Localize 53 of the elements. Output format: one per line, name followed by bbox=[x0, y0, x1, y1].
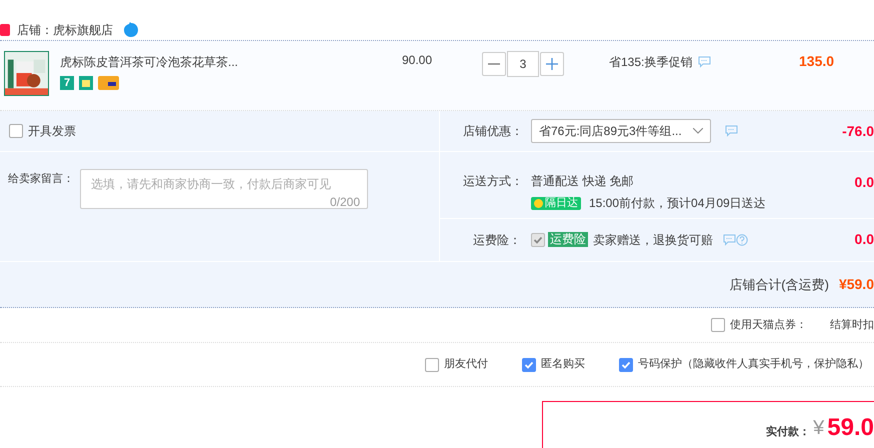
chat-bubble-icon[interactable] bbox=[123, 22, 139, 38]
chat-icon[interactable] bbox=[725, 125, 738, 137]
promo-text: 省135:换季促销 bbox=[609, 54, 692, 71]
checkbox[interactable] bbox=[522, 358, 536, 372]
message-label: 给卖家留言： bbox=[8, 172, 75, 187]
checkbox[interactable] bbox=[619, 358, 633, 372]
subtotal: 135.0 bbox=[799, 52, 834, 71]
coupon-label: 店铺优惠： bbox=[463, 123, 524, 140]
card-icon bbox=[98, 76, 119, 90]
char-counter: 0/200 bbox=[330, 194, 360, 211]
coupon-dropdown[interactable]: 省76元:同店89元3件等组... bbox=[531, 119, 711, 143]
chat-icon[interactable] bbox=[698, 56, 712, 68]
shop-name[interactable]: 店铺：虎标旗舰店 bbox=[17, 21, 113, 39]
placeholder-text: 选填，请先和商家协商一致，付款后商家可见 bbox=[91, 176, 332, 193]
check-icon bbox=[524, 360, 534, 370]
bag-icon bbox=[79, 76, 93, 90]
points-note: 结算时扣 bbox=[830, 318, 874, 333]
product-title[interactable]: 虎标陈皮普洱茶可冷泡茶花草茶... bbox=[60, 53, 390, 71]
chevron-down-icon bbox=[693, 128, 703, 134]
insurance-note: 卖家赠送，退换货可赔 bbox=[593, 232, 713, 248]
shipping-method: 普通配送 快递 免邮 bbox=[531, 173, 635, 190]
option-label: 号码保护（隐藏收件人真实手机号，保护隐私） bbox=[638, 356, 869, 372]
delivery-badge: 隔日达 bbox=[531, 196, 581, 210]
currency-sign: ¥ bbox=[813, 416, 824, 441]
total-amount: ¥59.0 bbox=[838, 275, 874, 294]
insurance-label: 运费险： bbox=[473, 232, 522, 248]
checkbox[interactable] bbox=[9, 124, 23, 138]
minus-button[interactable] bbox=[482, 52, 506, 76]
insurance-badge: 运费险 bbox=[548, 232, 588, 247]
plus-icon bbox=[546, 58, 558, 70]
payment-label: 实付款： bbox=[766, 424, 810, 440]
option-label: 朋友代付 bbox=[444, 357, 488, 372]
payment-amount: 59.0 bbox=[827, 413, 874, 443]
insurance-amount: 0.0 bbox=[854, 230, 874, 249]
store-icon bbox=[0, 24, 10, 36]
seven-day-icon: 7 bbox=[60, 76, 74, 90]
delivery-note: 15:00前付款，预计04月09日送达 bbox=[589, 195, 766, 212]
quantity-field[interactable]: 3 bbox=[507, 51, 539, 77]
option-label: 匿名购买 bbox=[541, 357, 585, 372]
invoice-label: 开具发票 bbox=[28, 123, 76, 140]
shipping-amount: 0.0 bbox=[854, 173, 874, 192]
help-icon[interactable] bbox=[736, 234, 748, 246]
coupon-amount: -76.0 bbox=[842, 122, 874, 140]
shipping-label: 运送方式： bbox=[463, 173, 524, 190]
plus-button[interactable] bbox=[540, 52, 564, 76]
checkbox[interactable] bbox=[711, 318, 725, 332]
checkbox[interactable] bbox=[425, 358, 439, 372]
total-label: 店铺合计(含运费) bbox=[729, 276, 829, 294]
check-icon bbox=[621, 360, 631, 370]
unit-price: 90.00 bbox=[402, 52, 434, 69]
points-label: 使用天猫点券： bbox=[730, 318, 808, 333]
check-icon bbox=[533, 234, 543, 244]
chat-icon[interactable] bbox=[723, 234, 736, 246]
